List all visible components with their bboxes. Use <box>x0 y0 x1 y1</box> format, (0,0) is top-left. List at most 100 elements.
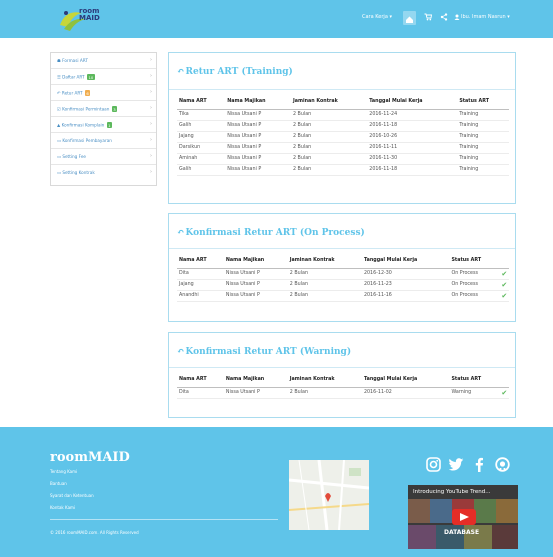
table-cell: 2 Bulan <box>290 109 368 121</box>
return-icon: ↶ <box>177 228 185 238</box>
column-header: Nama ART <box>177 254 224 269</box>
home-icon <box>406 16 413 23</box>
sidebar-item-label: Konfirmasi Permintaan <box>62 106 110 112</box>
table-cell: Anandhi <box>177 290 224 302</box>
table-row[interactable]: Galih Nissa Utsani P2 Bulan 2016-11-18 Trai… <box>177 120 509 132</box>
table-cell: Nissa Utsani P <box>225 131 291 143</box>
sidebar-item-setting-fee[interactable]: ▭ Setting Fee › <box>51 149 156 165</box>
table-row[interactable]: Anandhi Nissa Utsani P2 Bulan 2016-11-16 On… <box>177 290 509 302</box>
confirm-check-icon[interactable]: ✔ <box>499 290 509 302</box>
sidebar-item-konfirmasi-permintaan[interactable]: ☑ Konfirmasi Permintaan 3 › <box>51 101 156 117</box>
confirm-check-icon[interactable]: ✔ <box>499 279 509 291</box>
table-row[interactable]: Galih Nissa Utsani P2 Bulan 2016-11-18 Trai… <box>177 164 509 176</box>
sidebar-item-retur-art[interactable]: ↶ Retur ART 6 › <box>51 85 156 101</box>
chevron-right-icon: › <box>150 57 152 63</box>
table-row[interactable]: Aminah Nissa Utsani P2 Bulan 2016-11-30 Tra… <box>177 153 509 165</box>
table-cell: 2 Bulan <box>287 387 362 399</box>
table-cell: On Process <box>449 290 500 302</box>
table-row[interactable]: Darsikun Nissa Utsani P2 Bulan 2016-11-11 T… <box>177 142 509 154</box>
confirm-check-icon[interactable]: ✔ <box>499 268 509 280</box>
panel-title-text: Konfirmasi Retur ART (On Process) <box>185 228 365 238</box>
location-map[interactable] <box>289 460 369 530</box>
sidebar-badge: 6 <box>84 90 91 96</box>
table-cell: Training <box>457 109 509 121</box>
table-cell: 2016-11-16 <box>361 290 450 302</box>
table-cell: 2 Bulan <box>287 290 362 302</box>
column-header: Tanggal Mulai Kerja <box>367 95 458 110</box>
table-cell: Nissa Utsani P <box>223 279 288 291</box>
sidebar-item-formasi-art[interactable]: ☗ Formasi ART › <box>51 53 156 69</box>
github-icon[interactable] <box>495 457 510 472</box>
twitter-icon[interactable] <box>449 458 464 471</box>
facebook-icon[interactable] <box>474 457 484 472</box>
table-retur-training: Nama ART Nama Majikan Jaminan Kontrak Ta… <box>177 95 509 176</box>
table-konfirmasi-warning: Nama ART Nama Majikan Jaminan Kontrak Ta… <box>177 373 509 399</box>
table-header-row: Nama ART Nama Majikan Jaminan Kontrak Ta… <box>177 254 509 269</box>
top-navbar: room MAID Cara Kerja ▾ Ibu. Imam Nasrun … <box>0 0 553 38</box>
cart-icon[interactable] <box>424 13 432 21</box>
table-cell: 2016-10-26 <box>367 131 458 143</box>
nav-home-button[interactable] <box>403 11 416 25</box>
footer-link-bantuan[interactable]: Bantuan <box>50 481 67 486</box>
youtube-video-embed[interactable]: Introducing YouTube Trend... DATABASE <box>408 485 518 549</box>
panel-divider <box>169 248 515 249</box>
column-header: Nama Majikan <box>225 95 291 110</box>
table-cell: Nissa Utsani P <box>225 120 291 132</box>
return-icon: ↶ <box>57 90 61 96</box>
instagram-icon[interactable] <box>426 457 441 472</box>
table-cell: 2 Bulan <box>287 268 362 280</box>
table-header-row: Nama ART Nama Majikan Jaminan Kontrak Ta… <box>177 95 509 110</box>
panel-konfirmasi-on-process: ↶Konfirmasi Retur ART (On Process) Nama … <box>168 213 516 322</box>
table-cell: Darsikun <box>177 142 226 154</box>
footer-link-kontak[interactable]: Kontak Kami <box>50 505 75 510</box>
chevron-right-icon: › <box>150 137 152 143</box>
table-cell: Galih <box>177 120 226 132</box>
nav-user-menu[interactable]: Ibu. Imam Nasrun ▾ <box>461 14 510 20</box>
nav-cara-kerja[interactable]: Cara Kerja ▾ <box>362 14 392 20</box>
table-row[interactable]: Jajang Nissa Utsani P2 Bulan 2016-10-26 Tra… <box>177 131 509 143</box>
footer-brand: roomMAID <box>50 450 130 465</box>
brand-line-2: MAID <box>79 14 100 22</box>
table-cell: Training <box>457 131 509 143</box>
table-cell: Nissa Utsani P <box>223 268 288 280</box>
footer-link-tentang-kami[interactable]: Tentang Kami <box>50 469 77 474</box>
column-header: Nama ART <box>177 373 224 388</box>
column-header: Jaminan Kontrak <box>290 95 368 110</box>
table-cell: Warning <box>449 387 500 399</box>
sidebar-badge: 3 <box>111 106 118 112</box>
return-icon: ↶ <box>177 67 185 77</box>
table-row[interactable]: Tika Nissa Utsani P2 Bulan 2016-11-24 Train… <box>177 109 509 121</box>
table-cell: 2 Bulan <box>290 131 368 143</box>
sidebar-item-label: Konfirmasi Komplain <box>61 122 105 128</box>
table-cell: 2016-11-24 <box>367 109 458 121</box>
footer-link-syarat[interactable]: Syarat dan Ketentuan <box>50 493 94 498</box>
share-icon[interactable] <box>440 13 448 21</box>
table-row[interactable]: Dita Nissa Utsani P2 Bulan 2016-11-02 Warni… <box>177 387 509 399</box>
panel-title: ↶Retur ART (Training) <box>177 67 293 77</box>
table-row[interactable]: Jajang Nissa Utsani P2 Bulan 2016-11-23 On … <box>177 279 509 291</box>
column-header: Tanggal Mulai Kerja <box>361 254 450 269</box>
chevron-right-icon: › <box>150 73 152 79</box>
chevron-right-icon: › <box>150 105 152 111</box>
sidebar-item-konfirmasi-pembayaran[interactable]: ▭ Konfirmasi Pembayaran › <box>51 133 156 149</box>
list-icon: ☰ <box>57 74 61 80</box>
sidebar-item-konfirmasi-komplain[interactable]: ▲ Konfirmasi Komplain 1 › <box>51 117 156 133</box>
table-cell: Nissa Utsani P <box>225 142 291 154</box>
sidebar-item-label: Daftar ART <box>62 74 85 80</box>
panel-title: ↶Konfirmasi Retur ART (Warning) <box>177 347 351 357</box>
confirm-check-icon[interactable]: ✔ <box>499 387 509 399</box>
return-icon: ↶ <box>177 347 185 357</box>
table-cell: Jajang <box>177 131 226 143</box>
sidebar-item-setting-kontrak[interactable]: ▭ Setting Kontrak › <box>51 165 156 181</box>
sidebar-item-label: Retur ART <box>61 90 83 96</box>
card-icon: ▭ <box>57 170 61 175</box>
sidebar-badge: 10 <box>86 74 95 80</box>
table-cell: Galih <box>177 164 226 176</box>
sidebar-item-daftar-art[interactable]: ☰ Daftar ART 10 › <box>51 69 156 85</box>
table-row[interactable]: Dita Nissa Utsani P2 Bulan 2016-12-30 On Pr… <box>177 268 509 280</box>
table-header-row: Nama ART Nama Majikan Jaminan Kontrak Ta… <box>177 373 509 388</box>
user-icon: ☗ <box>57 58 61 63</box>
column-header-action <box>499 254 509 269</box>
chevron-right-icon: › <box>150 153 152 159</box>
table-cell: On Process <box>449 268 500 280</box>
